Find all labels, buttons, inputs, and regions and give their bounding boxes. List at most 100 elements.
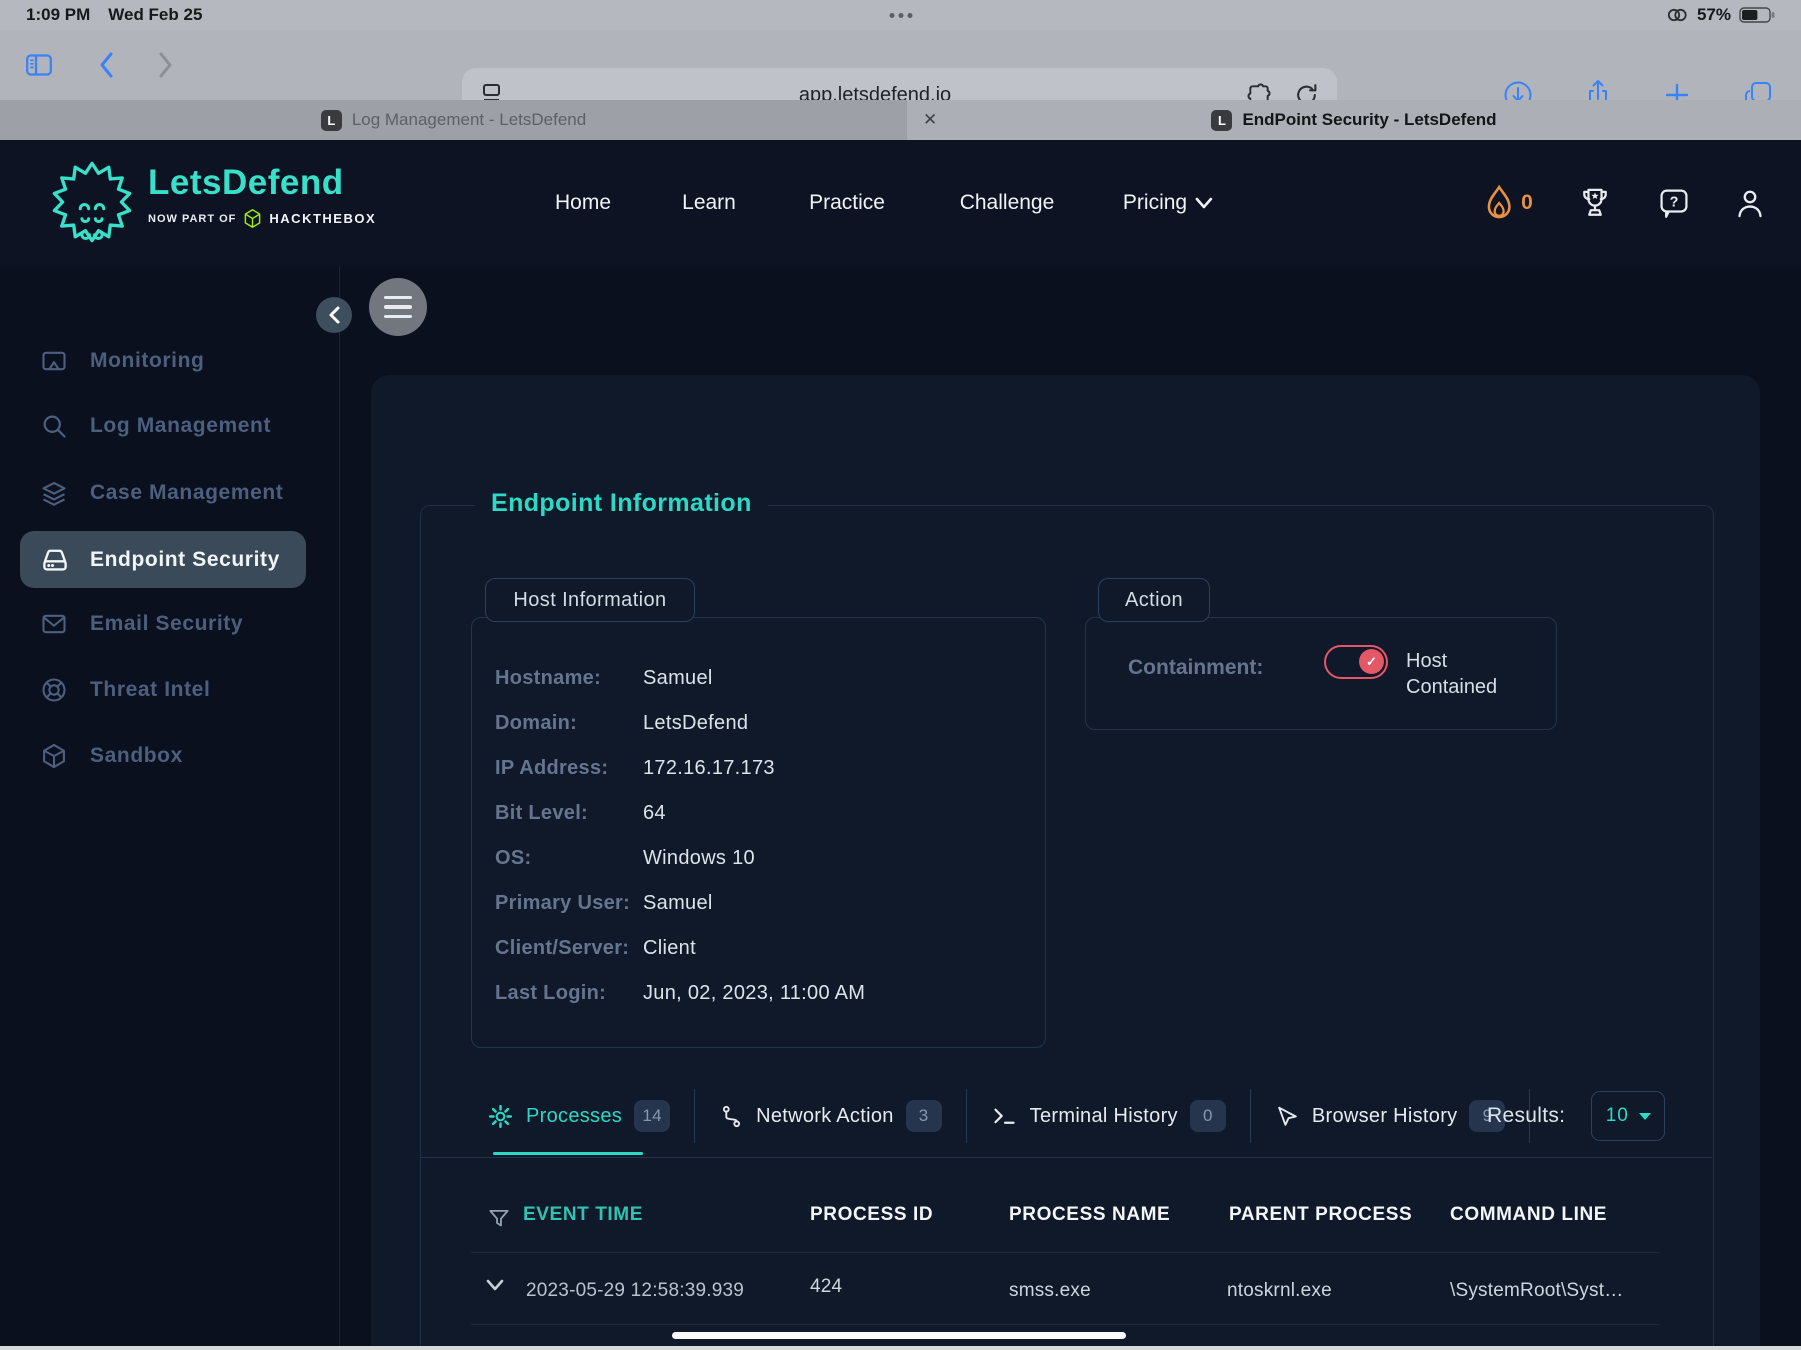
column-header-process-name: PROCESS NAME	[1009, 1204, 1171, 1225]
logo-title: LetsDefend	[148, 163, 344, 202]
private-relay-link-icon	[1665, 5, 1689, 25]
back-button[interactable]	[98, 51, 114, 79]
monitor-share-icon	[40, 347, 68, 375]
tab-title: EndPoint Security - LetsDefend	[1242, 110, 1497, 129]
host-row-bit-level: Bit Level: 64	[495, 802, 666, 824]
browser-toolbar: app.letsdefend.io	[0, 30, 1801, 122]
help-button[interactable]: ?	[1657, 184, 1691, 222]
host-row-hostname: Hostname: Samuel	[495, 667, 713, 689]
hard-drive-icon	[40, 545, 70, 575]
home-indicator[interactable]	[672, 1332, 1126, 1339]
filter-funnel-icon[interactable]	[486, 1206, 512, 1232]
envelope-icon	[40, 610, 68, 638]
terminal-icon	[991, 1103, 1018, 1130]
column-header-event-time: EVENT TIME	[523, 1204, 644, 1225]
search-icon	[40, 412, 68, 440]
action-panel: Containment: ✓ Host Contained	[1085, 617, 1557, 730]
flame-icon	[1483, 184, 1515, 222]
logo-partner: HACKTHEBOX	[269, 211, 377, 226]
streak-count: 0	[1521, 191, 1533, 214]
column-header-command-line: COMMAND LINE	[1450, 1204, 1608, 1225]
gear-icon	[487, 1103, 514, 1130]
cube-icon	[40, 742, 68, 770]
ipad-screen: 1:09 PM Wed Feb 25 57% app.letsdefend.io…	[0, 0, 1801, 1350]
site-header: LetsDefend NOW PART OF HACKTHEBOX Home L…	[0, 140, 1801, 266]
nav-practice[interactable]: Practice	[809, 140, 885, 266]
host-row-ip-address: IP Address: 172.16.17.173	[495, 757, 775, 779]
tab-favicon: L	[1211, 109, 1233, 131]
host-row-primary-user: Primary User: Samuel	[495, 892, 713, 914]
tab-terminal-history[interactable]: Terminal History 0	[967, 1100, 1250, 1132]
toggle-check-icon: ✓	[1359, 649, 1384, 674]
sidebar-toggle-button[interactable]	[24, 52, 54, 78]
cell-command-line: \SystemRoot\Syst…	[1450, 1280, 1624, 1301]
browser-tab-log-management[interactable]: L Log Management - LetsDefend	[0, 100, 907, 140]
host-information-panel: Hostname: Samuel Domain: LetsDefend IP Add…	[471, 617, 1046, 1048]
chevron-down-icon	[1195, 197, 1213, 209]
cell-process-name: smss.exe	[1009, 1280, 1091, 1301]
close-tab-icon[interactable]: ✕	[917, 108, 943, 132]
containment-label: Containment:	[1128, 656, 1264, 679]
browser-tab-endpoint-security[interactable]: ✕ L EndPoint Security - LetsDefend	[907, 100, 1801, 140]
profile-button[interactable]	[1733, 184, 1767, 222]
nav-learn[interactable]: Learn	[682, 140, 736, 266]
nav-pricing[interactable]: Pricing	[1123, 140, 1213, 266]
terminal-history-count-badge: 0	[1189, 1100, 1226, 1132]
battery-percent: 57%	[1696, 5, 1731, 24]
tab-favicon: L	[320, 109, 342, 131]
action-legend: Action	[1098, 578, 1210, 622]
layers-icon	[40, 479, 68, 507]
nav-home[interactable]: Home	[555, 140, 611, 266]
nav-challenge[interactable]: Challenge	[960, 140, 1055, 266]
life-buoy-icon	[40, 676, 68, 704]
table-divider	[471, 1252, 1660, 1253]
tab-processes[interactable]: Processes 14	[471, 1100, 694, 1132]
browser-tab-bar: L Log Management - LetsDefend ✕ L EndPoi…	[0, 100, 1801, 140]
app-sidebar: Monitoring Log Management Case Managemen…	[0, 266, 340, 1350]
table-divider	[471, 1324, 1660, 1325]
containment-toggle[interactable]: ✓	[1324, 645, 1388, 679]
host-row-domain: Domain: LetsDefend	[495, 712, 749, 734]
sidebar-item-case-management[interactable]: Case Management	[0, 473, 339, 513]
host-information-legend: Host Information	[485, 578, 695, 622]
streak-flame-button[interactable]: 0	[1483, 184, 1533, 222]
containment-state-label: Host Contained	[1406, 650, 1498, 698]
section-title: Endpoint Information	[475, 489, 768, 518]
cell-process-id: 424	[810, 1276, 843, 1297]
cursor-icon	[1275, 1103, 1300, 1130]
status-bar: 1:09 PM Wed Feb 25 57%	[0, 0, 1801, 30]
multitask-dots-icon[interactable]	[889, 13, 912, 18]
sidebar-item-monitoring[interactable]: Monitoring	[0, 341, 339, 381]
battery-icon	[1739, 7, 1775, 23]
logo-subtitle: NOW PART OF	[148, 212, 237, 225]
clock: 1:09 PM	[26, 5, 91, 24]
host-row-last-login: Last Login: Jun, 02, 2023, 11:00 AM	[495, 982, 866, 1004]
date: Wed Feb 25	[108, 5, 203, 24]
screen-bottom-edge	[0, 1346, 1801, 1350]
letsdefend-logo[interactable]: LetsDefend NOW PART OF HACKTHEBOX	[50, 154, 376, 250]
cell-parent-process: ntoskrnl.exe	[1227, 1280, 1332, 1301]
host-row-client-server: Client/Server: Client	[495, 937, 696, 959]
sidebar-item-sandbox[interactable]: Sandbox	[0, 736, 339, 776]
row-expand-chevron-icon[interactable]	[485, 1278, 505, 1292]
results-per-page-select[interactable]: 10	[1591, 1091, 1666, 1141]
cell-event-time: 2023-05-29 12:58:39.939	[526, 1280, 745, 1301]
tabs-divider-line	[420, 1157, 1712, 1158]
active-tab-underline	[493, 1152, 643, 1155]
table-row[interactable]: 2023-05-29 12:58:39.939 424 smss.exe nto…	[471, 1262, 1660, 1324]
tab-network-action[interactable]: Network Action 3	[695, 1100, 966, 1132]
sidebar-collapse-button[interactable]	[316, 297, 352, 333]
sidebar-item-email-security[interactable]: Email Security	[0, 604, 339, 644]
trophy-button[interactable]	[1578, 184, 1612, 222]
svg-text:?: ?	[1670, 194, 1679, 210]
processes-count-badge: 14	[634, 1100, 671, 1132]
tab-title: Log Management - LetsDefend	[351, 110, 587, 129]
menu-hamburger-button[interactable]	[369, 278, 427, 336]
caret-down-icon	[1638, 1112, 1651, 1120]
branch-icon	[719, 1103, 744, 1130]
forward-button[interactable]	[158, 51, 174, 79]
sidebar-item-log-management[interactable]: Log Management	[0, 406, 339, 446]
sidebar-item-threat-intel[interactable]: Threat Intel	[0, 670, 339, 710]
sidebar-item-endpoint-security[interactable]: Endpoint Security	[20, 531, 306, 588]
results-label: Results:	[1487, 1104, 1566, 1127]
